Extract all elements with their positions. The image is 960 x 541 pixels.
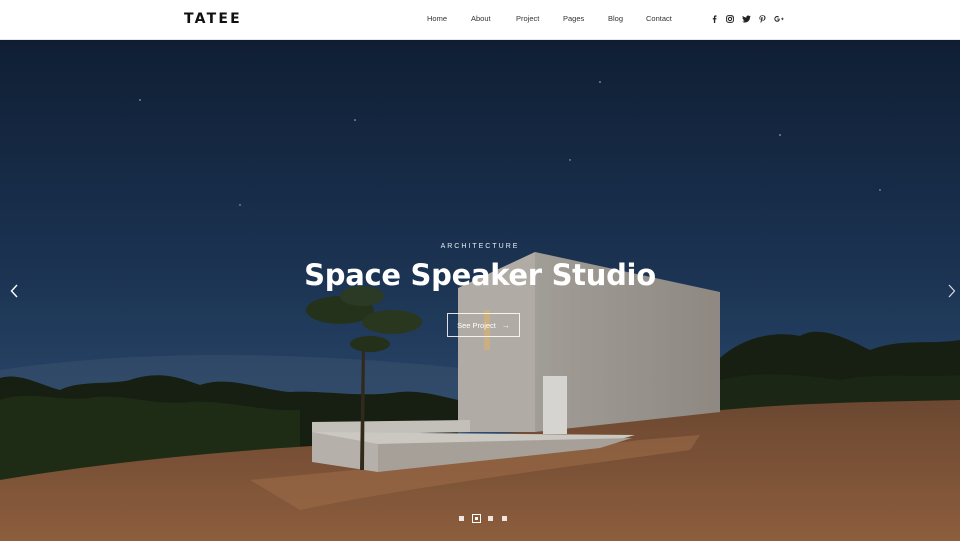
slider-dot-1[interactable] [459,516,464,521]
nav-item-blog[interactable]: Blog [608,14,623,23]
nav-item-pages[interactable]: Pages [563,14,584,23]
twitter-icon[interactable] [741,13,751,25]
slider-dot-3[interactable] [488,516,493,521]
chevron-right-icon [948,284,956,298]
slider-next-button[interactable] [946,283,958,299]
slider-dot-2[interactable] [472,514,481,523]
nav-item-home[interactable]: Home [427,14,447,23]
hero-title: Space Speaker Studio [304,258,656,292]
pinterest-icon[interactable] [757,13,767,25]
site-header: TATEE Home About Project Pages Blog Cont… [0,0,960,40]
hero-kicker: ARCHITECTURE [440,243,520,250]
see-project-label: See Project [457,320,496,330]
slider-dot-4[interactable] [502,516,507,521]
instagram-icon[interactable] [725,13,735,25]
nav-item-project[interactable]: Project [516,14,539,23]
see-project-button[interactable]: See Project → [447,313,520,337]
site-logo[interactable]: TATEE [184,11,242,27]
nav-item-about[interactable]: About [471,14,491,23]
google-plus-icon[interactable] [774,13,784,25]
hero-slider: ARCHITECTURE Space Speaker Studio See Pr… [0,40,960,541]
nav-item-contact[interactable]: Contact [646,14,672,23]
slider-prev-button[interactable] [8,283,20,299]
chevron-left-icon [10,284,18,298]
arrow-right-icon: → [501,320,510,330]
facebook-icon[interactable] [709,13,719,25]
